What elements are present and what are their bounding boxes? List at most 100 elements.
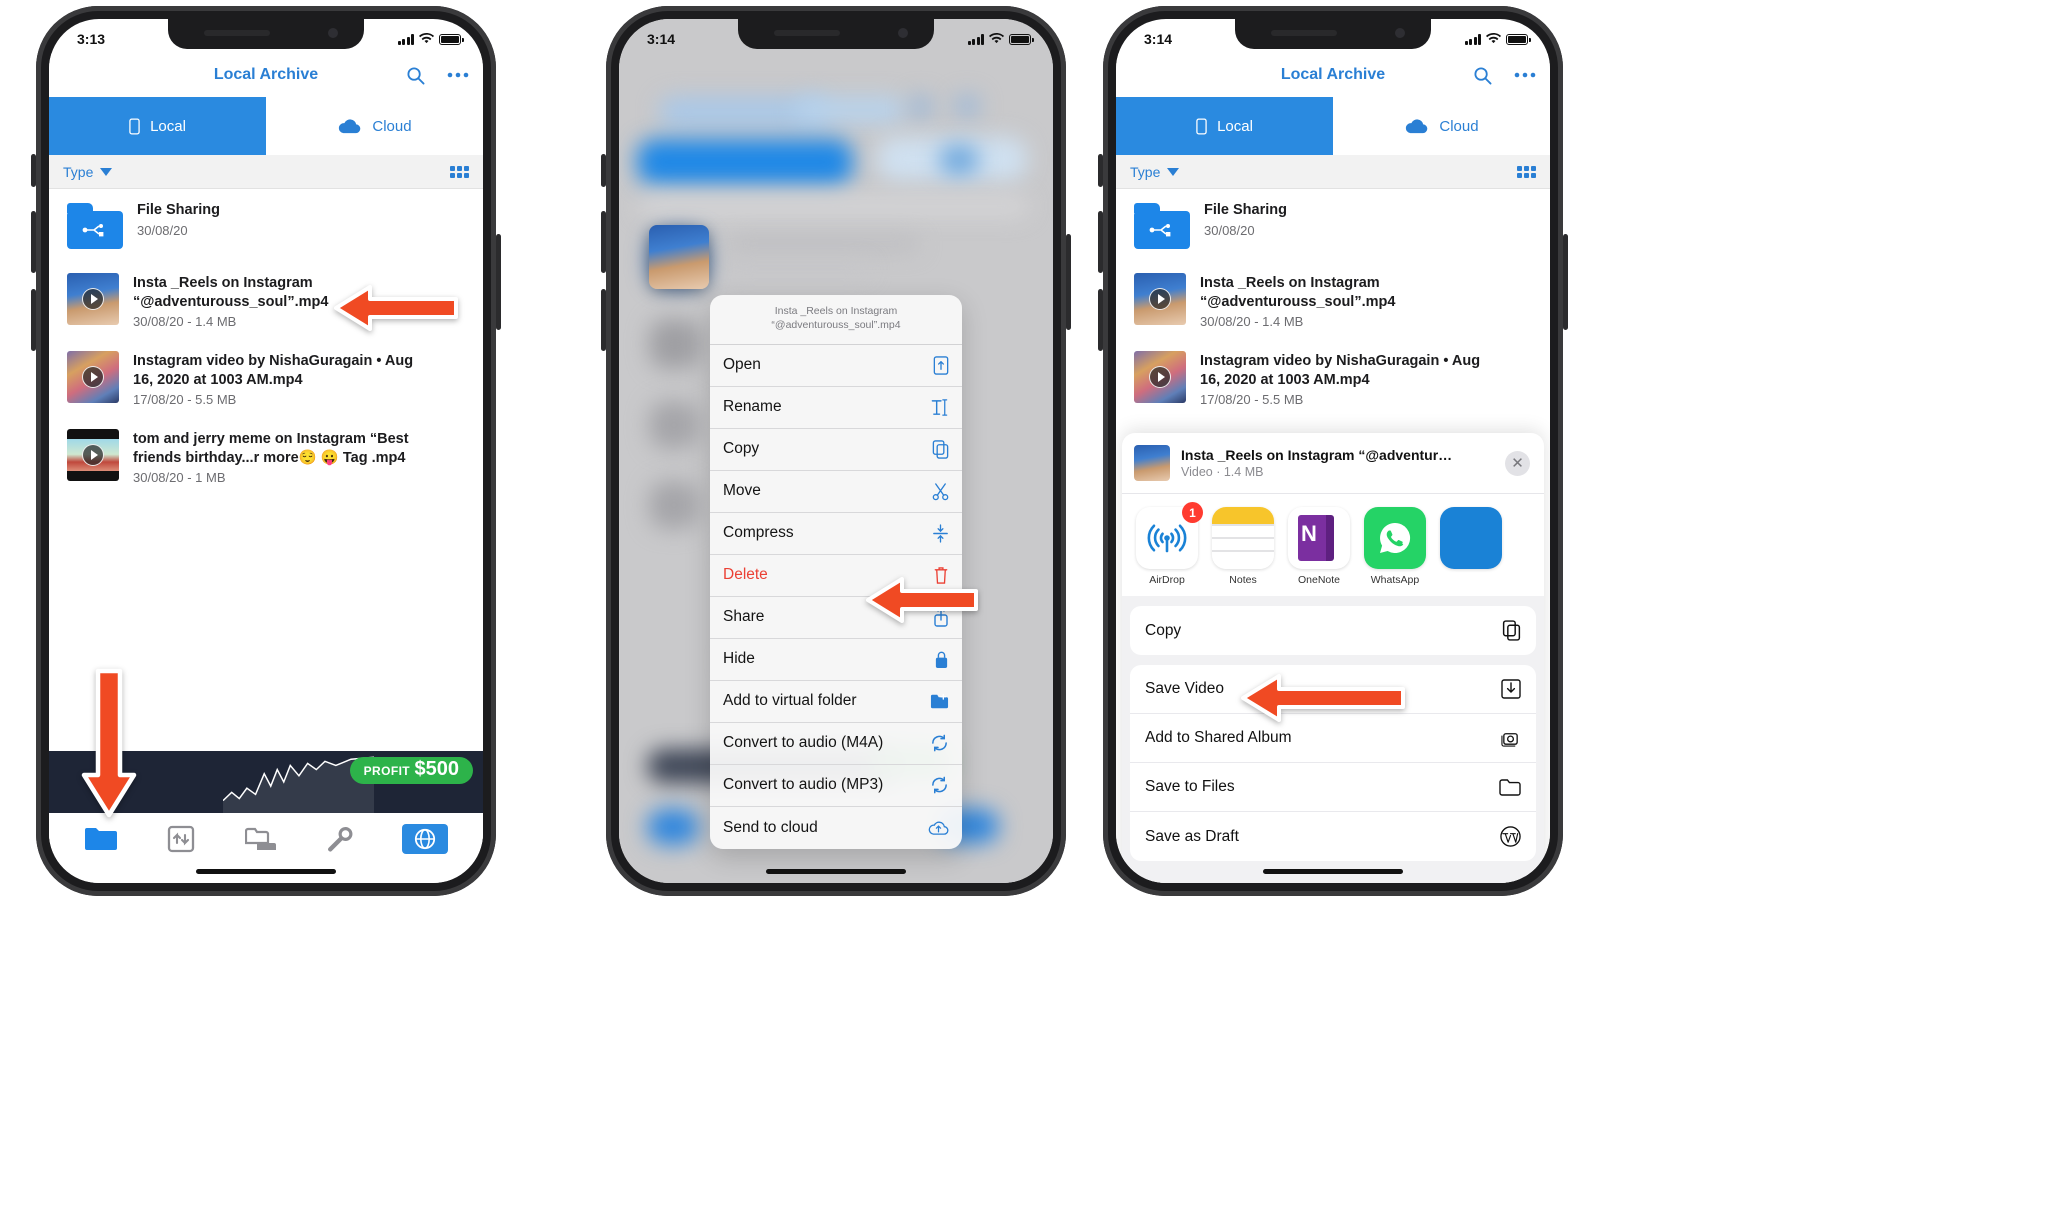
arrow-pointing-to-files-tab — [81, 668, 137, 818]
share-target-airdrop[interactable]: 1 AirDrop — [1136, 502, 1203, 586]
volume-down-button[interactable] — [31, 289, 36, 351]
share-target-label: OneNote — [1297, 574, 1341, 586]
tab-local-label: Local — [1217, 117, 1253, 135]
menu-item-label: Delete — [723, 566, 768, 584]
share-target-more[interactable] — [1440, 507, 1502, 586]
tab-local[interactable]: Local — [49, 97, 266, 155]
file-meta: 30/08/20 - 1.4 MB — [1200, 314, 1304, 330]
list-item[interactable]: Instagram video by NishaGuragain • Aug 1… — [1116, 340, 1550, 418]
tab-local[interactable]: Local — [1116, 97, 1333, 155]
list-item[interactable]: Instagram video by NishaGuragain • Aug 1… — [49, 340, 483, 418]
earpiece-speaker — [774, 30, 840, 36]
home-indicator[interactable] — [766, 869, 906, 874]
volume-up-button[interactable] — [601, 211, 606, 273]
file-name: Instagram video by NishaGuragain • Aug 1… — [1200, 353, 1481, 388]
ad-profit-badge: PROFIT $500 — [349, 757, 473, 784]
menu-item-move[interactable]: Move — [710, 471, 962, 513]
bottom-tab-bar — [49, 813, 483, 865]
list-item[interactable]: File Sharing 30/08/20 — [1116, 189, 1550, 262]
status-time: 3:14 — [647, 31, 676, 47]
file-name: File Sharing — [137, 202, 220, 218]
menu-item-label: Hide — [723, 650, 755, 668]
save-download-icon — [1501, 679, 1521, 699]
menu-item-convert-mp3[interactable]: Convert to audio (MP3) — [710, 765, 962, 807]
file-meta: 30/08/20 — [1204, 222, 1255, 238]
share-action-copy[interactable]: Copy — [1130, 606, 1536, 655]
list-item[interactable]: Insta _Reels on Instagram “@adventurouss… — [1116, 262, 1550, 340]
menu-item-open[interactable]: Open — [710, 345, 962, 387]
menu-item-copy[interactable]: Copy — [710, 429, 962, 471]
sort-label: Type — [1130, 163, 1161, 180]
tab-cloud[interactable]: Cloud — [266, 97, 483, 155]
browser-tab[interactable] — [402, 824, 449, 854]
sort-label: Type — [63, 163, 94, 180]
list-item[interactable]: tom and jerry meme on Instagram “Best fr… — [49, 418, 483, 496]
volume-down-button[interactable] — [1098, 289, 1103, 351]
highlighted-file-thumbnail — [649, 225, 709, 289]
menu-item-label: Send to cloud — [723, 818, 818, 836]
sort-type-button[interactable]: Type — [63, 163, 113, 180]
volume-up-button[interactable] — [31, 211, 36, 273]
share-action-label: Copy — [1145, 621, 1182, 639]
list-item[interactable]: File Sharing 30/08/20 — [49, 189, 483, 262]
notch — [1235, 19, 1431, 49]
transfer-tab[interactable] — [167, 825, 195, 853]
folders-tab[interactable] — [244, 826, 277, 852]
share-target-onenote[interactable]: N OneNote — [1288, 507, 1350, 586]
usb-icon — [82, 224, 104, 237]
share-file-title: Insta _Reels on Instagram “@adventur… — [1181, 447, 1453, 463]
more-icon[interactable] — [447, 72, 469, 78]
mute-switch[interactable] — [601, 154, 606, 187]
battery-icon — [1506, 33, 1531, 45]
notch — [168, 19, 364, 49]
search-icon[interactable] — [406, 66, 425, 85]
file-meta: 30/08/20 - 1 MB — [133, 470, 226, 486]
grid-view-icon[interactable] — [1517, 165, 1536, 178]
menu-item-send-to-cloud[interactable]: Send to cloud — [710, 807, 962, 849]
menu-item-add-to-virtual-folder[interactable]: Add to virtual folder — [710, 681, 962, 723]
menu-item-hide[interactable]: Hide — [710, 639, 962, 681]
share-app-row[interactable]: 1 AirDrop Notes N OneNote WhatsApp — [1122, 493, 1544, 596]
home-indicator[interactable] — [1263, 869, 1403, 874]
mute-switch[interactable] — [1098, 154, 1103, 187]
battery-icon — [439, 33, 464, 45]
files-tab[interactable] — [84, 825, 118, 853]
mute-switch[interactable] — [31, 154, 36, 187]
folder-icon — [67, 203, 123, 251]
sort-type-button[interactable]: Type — [1130, 163, 1180, 180]
power-button[interactable] — [496, 234, 501, 330]
menu-item-label: Convert to audio (MP3) — [723, 776, 884, 794]
menu-item-convert-m4a[interactable]: Convert to audio (M4A) — [710, 723, 962, 765]
stock-chart-icon — [222, 756, 375, 813]
compress-icon — [932, 524, 949, 543]
share-action-save-as-draft[interactable]: Save as Draft — [1130, 812, 1536, 861]
menu-item-compress[interactable]: Compress — [710, 513, 962, 555]
search-icon[interactable] — [1473, 66, 1492, 85]
front-camera — [1395, 28, 1405, 38]
close-icon[interactable]: ✕ — [1505, 450, 1530, 476]
cloud-upload-icon — [928, 820, 949, 836]
share-target-notes[interactable]: Notes — [1212, 507, 1274, 586]
wifi-icon — [1486, 33, 1501, 44]
power-button[interactable] — [1563, 234, 1568, 330]
nav-bar: Local Archive — [1116, 53, 1550, 97]
wrench-icon — [327, 826, 353, 852]
menu-item-rename[interactable]: Rename — [710, 387, 962, 429]
tab-cloud-label: Cloud — [372, 117, 412, 135]
tab-cloud[interactable]: Cloud — [1333, 97, 1550, 155]
share-action-label: Save as Draft — [1145, 827, 1239, 845]
tools-tab[interactable] — [327, 826, 353, 853]
volume-up-button[interactable] — [1098, 211, 1103, 273]
home-indicator[interactable] — [196, 869, 336, 874]
more-icon[interactable] — [1514, 72, 1536, 78]
volume-down-button[interactable] — [601, 289, 606, 351]
file-name: Insta _Reels on Instagram “@adventurouss… — [1200, 275, 1396, 310]
share-target-whatsapp[interactable]: WhatsApp — [1364, 507, 1426, 586]
globe-icon — [415, 828, 436, 850]
notch — [738, 19, 934, 49]
status-time: 3:13 — [77, 31, 106, 47]
power-button[interactable] — [1066, 234, 1071, 330]
earpiece-speaker — [1271, 30, 1337, 36]
grid-view-icon[interactable] — [450, 165, 469, 178]
share-action-save-to-files[interactable]: Save to Files — [1130, 763, 1536, 812]
